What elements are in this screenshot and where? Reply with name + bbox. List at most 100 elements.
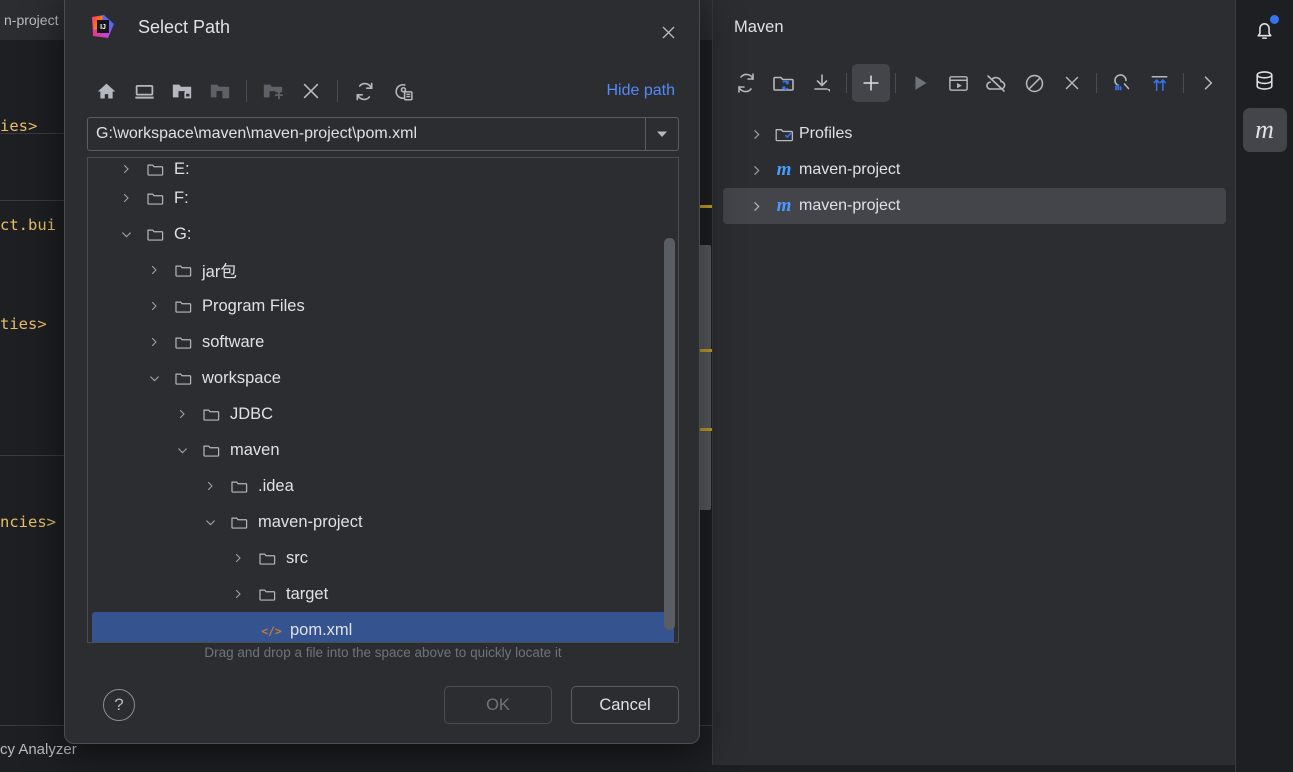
delete-icon[interactable] <box>292 72 330 110</box>
folder-icon <box>168 369 198 388</box>
file-tree-label: E: <box>174 160 190 179</box>
editor-marker <box>698 428 712 431</box>
reload-all-maven-projects-icon[interactable] <box>727 64 765 102</box>
file-tree-scrollbar-thumb[interactable] <box>664 238 675 630</box>
file-tree-row-jdbc[interactable]: JDBC <box>88 396 678 432</box>
file-tree-label: workspace <box>202 369 281 388</box>
chevron-right-icon[interactable] <box>140 336 168 348</box>
expand-collapse-icon[interactable] <box>1140 64 1178 102</box>
file-tree-row-maven-project[interactable]: maven-project <box>88 504 678 540</box>
file-tree-row-pom-xml[interactable]: </> pom.xml <box>92 612 674 643</box>
maven-project-tree: Profiles m maven-project m maven-project <box>713 116 1236 224</box>
new-folder-icon[interactable] <box>254 72 292 110</box>
collapse-all-icon[interactable] <box>1053 64 1091 102</box>
module-directory-icon[interactable] <box>201 72 239 110</box>
path-input[interactable]: G:\workspace\maven\maven-project\pom.xml <box>87 117 645 151</box>
file-tree-label: G: <box>174 225 191 244</box>
help-button[interactable]: ? <box>103 689 135 721</box>
close-icon[interactable] <box>653 17 683 47</box>
refresh-icon[interactable] <box>345 72 383 110</box>
intellij-idea-logo-icon: IJ <box>90 14 116 40</box>
maven-m-icon: m <box>769 195 799 217</box>
project-directory-icon[interactable] <box>163 72 201 110</box>
chevron-right-icon[interactable] <box>112 163 140 175</box>
dialog-title-bar[interactable]: IJ Select Path <box>65 1 700 53</box>
chevron-down-icon[interactable] <box>196 516 224 529</box>
notifications-icon[interactable] <box>1243 8 1287 52</box>
home-directory-icon[interactable] <box>87 72 125 110</box>
file-tree-label: pom.xml <box>290 621 352 640</box>
file-tree-row-target[interactable]: target <box>88 576 678 612</box>
desktop-directory-icon[interactable] <box>125 72 163 110</box>
file-tree-label: F: <box>174 189 189 208</box>
file-tree-label: software <box>202 333 264 352</box>
dialog-footer: ? OK Cancel <box>65 673 700 737</box>
toolbar-separator <box>846 73 847 93</box>
ok-button[interactable]: OK <box>444 686 552 724</box>
editor-tab-label: n-project <box>2 12 58 28</box>
chevron-right-icon[interactable] <box>743 164 769 177</box>
toolbar-separator <box>337 80 338 102</box>
file-tree-panel[interactable]: E: F: <box>87 157 679 643</box>
chevron-right-icon[interactable] <box>224 588 252 600</box>
chevron-right-icon[interactable] <box>196 480 224 492</box>
file-tree-row-idea[interactable]: .idea <box>88 468 678 504</box>
chevron-down-icon[interactable] <box>112 228 140 241</box>
cancel-button[interactable]: Cancel <box>571 686 679 724</box>
chevron-right-icon[interactable] <box>112 192 140 204</box>
file-tree-row-f[interactable]: F: <box>88 180 678 216</box>
chevron-down-icon[interactable] <box>168 444 196 457</box>
file-tree-row-g[interactable]: G: <box>88 216 678 252</box>
file-tree-row-src[interactable]: src <box>88 540 678 576</box>
maven-tree-label: Profiles <box>799 125 852 143</box>
show-hidden-files-icon[interactable] <box>383 72 421 110</box>
toggle-offline-mode-icon[interactable] <box>977 64 1015 102</box>
folder-icon <box>140 189 170 208</box>
chevron-down-icon[interactable] <box>140 372 168 385</box>
database-icon[interactable] <box>1243 58 1287 102</box>
chevron-right-icon[interactable] <box>743 128 769 141</box>
execute-maven-goal-icon[interactable] <box>939 64 977 102</box>
maven-panel-title: Maven <box>734 18 784 37</box>
toolbar-separator <box>1096 73 1097 93</box>
download-sources-icon[interactable] <box>803 64 841 102</box>
svg-text:</>: </> <box>261 623 282 637</box>
show-dependency-analyzer-icon[interactable] <box>1102 64 1140 102</box>
folder-check-icon <box>769 124 799 145</box>
file-tree-row-program-files[interactable]: Program Files <box>88 288 678 324</box>
add-maven-project-icon[interactable] <box>852 64 890 102</box>
path-dropdown-button[interactable] <box>645 117 679 151</box>
maven-tree-row-profiles[interactable]: Profiles <box>723 116 1226 152</box>
dialog-title: Select Path <box>138 17 230 38</box>
toolbar-separator <box>895 73 896 93</box>
editor-scrollbar-thumb[interactable] <box>699 245 711 510</box>
folder-icon <box>196 405 226 424</box>
file-tree-label: target <box>286 585 328 604</box>
chevron-right-icon[interactable] <box>140 264 168 276</box>
hide-path-link[interactable]: Hide path <box>607 82 680 100</box>
file-tree-row-jar[interactable]: jar包 <box>88 252 678 288</box>
chevron-right-icon[interactable] <box>168 408 196 420</box>
file-tree-row-partial[interactable]: E: <box>88 158 678 180</box>
maven-m-icon: m <box>769 159 799 181</box>
maven-tool-window-icon[interactable]: m <box>1243 108 1287 152</box>
file-tree-row-workspace[interactable]: workspace <box>88 360 678 396</box>
maven-tree-row-project-2[interactable]: m maven-project <box>723 188 1226 224</box>
maven-tree-row-project-1[interactable]: m maven-project <box>723 152 1226 188</box>
folder-icon <box>140 225 170 244</box>
file-tree-label: maven <box>230 441 280 460</box>
file-tree: E: F: <box>88 158 678 643</box>
editor-marker <box>698 349 712 352</box>
chevron-right-icon[interactable] <box>224 552 252 564</box>
generate-sources-icon[interactable] <box>765 64 803 102</box>
toggle-skip-tests-icon[interactable] <box>1015 64 1053 102</box>
file-tree-row-software[interactable]: software <box>88 324 678 360</box>
right-tool-window-stripe: m <box>1235 0 1293 772</box>
drag-and-drop-hint: Drag and drop a file into the space abov… <box>65 645 700 660</box>
file-tree-row-maven[interactable]: maven <box>88 432 678 468</box>
file-tree-label: JDBC <box>230 405 273 424</box>
more-actions-icon[interactable] <box>1189 64 1227 102</box>
run-maven-build-icon[interactable] <box>901 64 939 102</box>
chevron-right-icon[interactable] <box>140 300 168 312</box>
chevron-right-icon[interactable] <box>743 200 769 213</box>
